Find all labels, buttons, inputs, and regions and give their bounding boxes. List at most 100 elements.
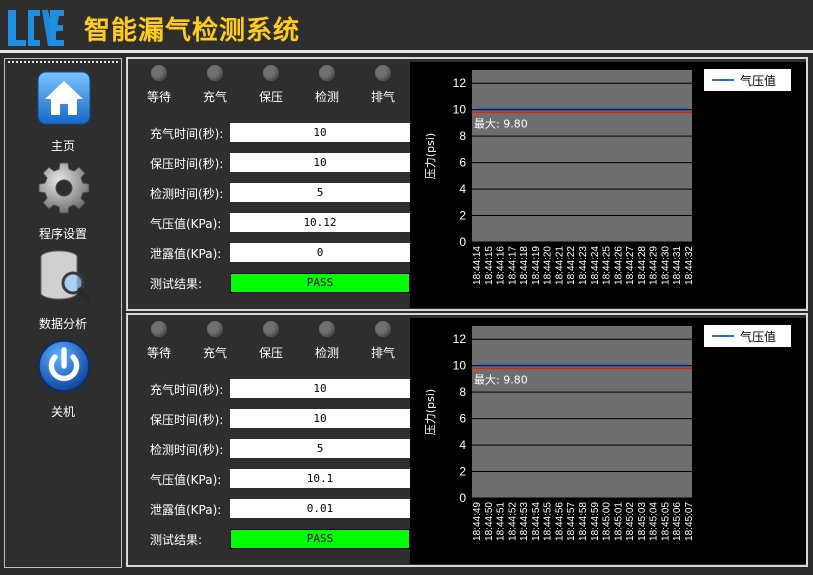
stage-label-fill: 充气 [202, 346, 227, 360]
sidebar-item-label: 数据分析 [38, 317, 87, 331]
x-tick-label: 18:44:28 [637, 246, 648, 285]
hold-time-field[interactable]: 10 [230, 153, 410, 172]
y-axis-label: 压力(psi) [424, 133, 437, 179]
result-label: 测试结果: [150, 533, 203, 547]
x-tick-label: 18:44:27 [625, 246, 636, 285]
y-tick-label: 6 [459, 156, 466, 170]
hold-time-label: 保压时间(秒): [150, 413, 224, 427]
pressure-label: 气压值(KPa): [150, 473, 222, 487]
x-tick-label: 18:44:24 [590, 246, 601, 285]
leak-field[interactable]: 0.01 [230, 499, 410, 518]
stage-label-hold: 保压 [258, 90, 283, 104]
stage-indicator-exhaust [375, 65, 391, 81]
test-time-field[interactable]: 5 [230, 439, 410, 458]
home-icon [37, 71, 91, 125]
y-tick-label: 2 [459, 465, 466, 479]
result-status-badge: PASS [230, 529, 410, 549]
fill-time-field[interactable]: 10 [230, 379, 410, 398]
stage-indicator-test [319, 65, 335, 81]
sidebar-item-data-analysis[interactable]: 数据分析 [5, 247, 121, 335]
x-tick-label: 18:45:04 [649, 502, 660, 541]
y-tick-label: 0 [459, 491, 466, 505]
y-tick-label: 4 [459, 438, 466, 452]
fill-time-label: 充气时间(秒): [150, 127, 224, 141]
result-label: 测试结果: [150, 277, 203, 291]
sidebar-item-label: 关机 [50, 405, 75, 419]
x-tick-label: 18:44:21 [554, 246, 565, 285]
stage-indicator-test [319, 321, 335, 337]
sidebar-item-settings[interactable]: 程序设置 [5, 159, 121, 245]
x-tick-label: 18:44:55 [543, 502, 554, 541]
header-bar: 智能漏气检测系统 [0, 0, 813, 53]
stage-label-exhaust: 排气 [370, 90, 395, 104]
test-time-label: 检测时间(秒): [150, 443, 224, 457]
sidebar-item-shutdown[interactable]: 关机 [5, 337, 121, 423]
stage-indicator-wait [151, 321, 167, 337]
plot-area [472, 70, 692, 242]
x-tick-label: 18:44:18 [519, 246, 530, 285]
leak-label: 泄露值(KPa): [150, 247, 222, 261]
pressure-chart: 0 2 4 6 8 10 12 压力(psi) 最大: 9.80 18:44:49 18:44:50… [410, 318, 806, 564]
x-tick-label: 18:44:31 [672, 246, 683, 285]
x-tick-label: 18:44:53 [519, 502, 530, 541]
x-tick-label: 18:45:07 [684, 502, 695, 541]
leak-label: 泄露值(KPa): [150, 503, 222, 517]
pressure-field[interactable]: 10.12 [230, 213, 410, 232]
x-tick-label: 18:44:54 [531, 502, 542, 541]
pressure-field[interactable]: 10.1 [230, 469, 410, 488]
gear-icon [38, 162, 90, 214]
x-tick-label: 18:44:58 [578, 502, 589, 541]
sidebar-item-home[interactable]: 主页 [5, 69, 121, 157]
stage-label-wait: 等待 [146, 346, 171, 360]
app-title: 智能漏气检测系统 [84, 16, 301, 46]
y-tick-label: 4 [459, 182, 466, 196]
x-tick-label: 18:45:02 [625, 502, 636, 541]
leak-field[interactable]: 0 [230, 243, 410, 262]
database-search-icon [40, 250, 91, 303]
fill-time-field[interactable]: 10 [230, 123, 410, 142]
x-tick-label: 18:44:50 [484, 502, 495, 541]
lcae-logo [8, 10, 64, 46]
pressure-chart-plot: 0 2 4 6 8 10 12 压力(psi) 最大: 9.80 18:44:49 18:44:50… [424, 326, 695, 541]
x-tick-label: 18:44:57 [566, 502, 577, 541]
y-tick-label: 8 [459, 385, 466, 399]
test-time-label: 检测时间(秒): [150, 187, 224, 201]
sidebar-item-label: 程序设置 [38, 227, 87, 241]
x-tick-label: 18:44:49 [472, 502, 483, 541]
y-tick-label: 12 [453, 332, 467, 346]
pressure-label: 气压值(KPa): [150, 217, 222, 231]
x-tick-label: 18:44:29 [649, 246, 660, 285]
legend-swatch [712, 335, 734, 337]
y-tick-label: 10 [453, 103, 467, 117]
main-window: 智能漏气检测系统 主页 程序设置 数据分析 关机 等待 充气 保压 检测 排气 … [0, 0, 813, 575]
y-tick-label: 10 [453, 359, 467, 373]
max-limit-label: 最大: 9.80 [474, 116, 528, 130]
legend-swatch [712, 79, 734, 81]
x-tick-label: 18:44:32 [684, 246, 695, 285]
x-tick-label: 18:44:15 [484, 246, 495, 285]
legend-label: 气压值 [740, 330, 777, 344]
test-time-field[interactable]: 5 [230, 183, 410, 202]
result-status-badge: PASS [230, 273, 410, 293]
stage-label-test: 检测 [314, 90, 339, 104]
x-tick-label: 18:44:52 [507, 502, 518, 541]
x-tick-label: 18:45:06 [672, 502, 683, 541]
sidebar: 主页 程序设置 数据分析 关机 [4, 58, 122, 568]
x-tick-label: 18:44:51 [496, 502, 507, 541]
x-tick-label: 18:44:14 [472, 246, 483, 285]
stage-indicator-hold [263, 65, 279, 81]
x-tick-label: 18:44:16 [496, 246, 507, 285]
x-tick-label: 18:44:23 [578, 246, 589, 285]
y-axis-label: 压力(psi) [424, 389, 437, 435]
stage-label-test: 检测 [314, 346, 339, 360]
stage-indicator-fill [207, 321, 223, 337]
y-tick-label: 6 [459, 412, 466, 426]
chart-legend: 气压值 [704, 325, 791, 347]
stage-label-wait: 等待 [146, 90, 171, 104]
hold-time-field[interactable]: 10 [230, 409, 410, 428]
x-tick-label: 18:45:03 [637, 502, 648, 541]
stage-indicator-hold [263, 321, 279, 337]
x-tick-label: 18:45:01 [613, 502, 624, 541]
x-tick-label: 18:44:19 [531, 246, 542, 285]
power-icon [37, 339, 91, 393]
